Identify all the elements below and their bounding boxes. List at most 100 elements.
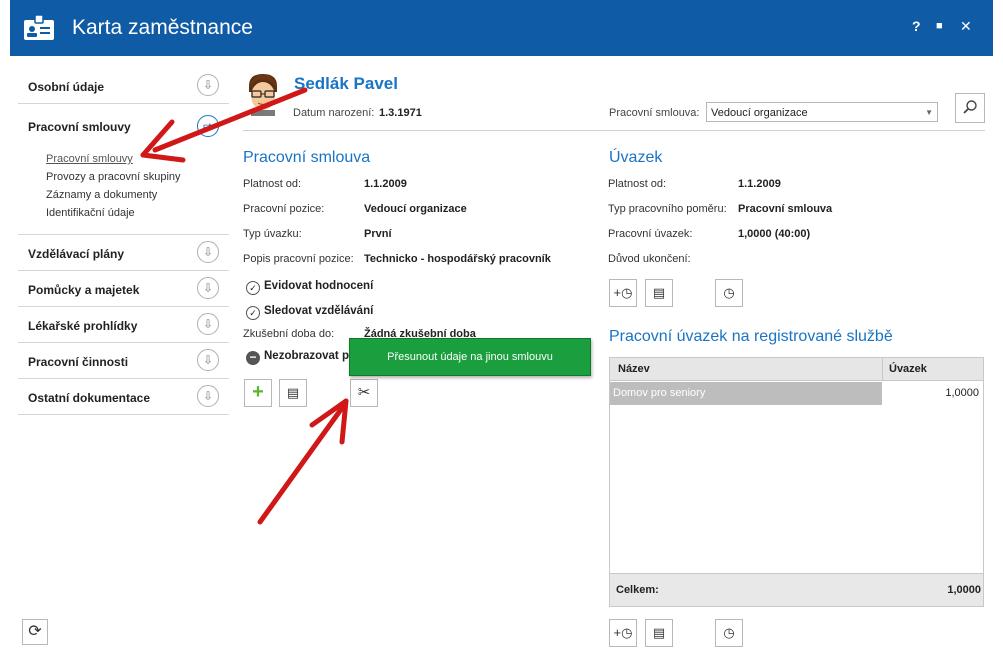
column-header-name[interactable]: Název <box>618 363 650 375</box>
arrow-down-circle-icon[interactable]: ⇩ <box>197 74 219 96</box>
sidebar-subitem-records[interactable]: Záznamy a dokumenty <box>46 186 229 204</box>
search-icon <box>963 100 977 114</box>
sidebar-submenu: Pracovní smlouvy Provozy a pracovní skup… <box>18 144 229 235</box>
position-value: Vedoucí organizace <box>364 203 467 215</box>
contract-select[interactable]: Vedoucí organizace ▼ <box>706 102 938 122</box>
sidebar: Osobní údaje ⇩ Pracovní smlouvy ⇨ Pracov… <box>18 68 229 415</box>
total-value: 1,0000 <box>947 584 981 596</box>
refresh-button[interactable]: ⟳ <box>22 619 48 645</box>
history-icon: ◷ <box>723 285 735 300</box>
history-workload-button[interactable]: ◷ <box>715 279 743 307</box>
sidebar-item-equipment[interactable]: Pomůcky a majetek ⇩ <box>18 271 229 307</box>
contract-type-label: Typ úvazku: <box>243 228 302 240</box>
avatar <box>249 74 277 116</box>
workload-section-title: Úvazek <box>609 149 663 166</box>
contract-section-title: Pracovní smlouva <box>243 149 371 166</box>
employment-type-label: Typ pracovního poměru: <box>608 203 727 215</box>
history-icon: ◷ <box>723 625 735 640</box>
move-data-button[interactable]: ✂ <box>350 379 378 407</box>
employee-name: Sedlák Pavel <box>294 74 398 93</box>
arrow-down-circle-icon[interactable]: ⇩ <box>197 277 219 299</box>
column-header-ratio[interactable]: Úvazek <box>889 363 927 375</box>
add-clock-icon: +◷ <box>613 625 633 640</box>
edit-workload-button[interactable]: ▤ <box>645 279 673 307</box>
sidebar-item-label: Pomůcky a majetek <box>28 283 140 297</box>
sidebar-subitem-workgroups[interactable]: Provozy a pracovní skupiny <box>46 168 229 186</box>
id-card-icon <box>24 14 54 40</box>
dob-value: 1.3.1971 <box>379 107 422 119</box>
search-button[interactable] <box>955 93 985 123</box>
sidebar-item-documents[interactable]: Ostatní dokumentace ⇩ <box>18 379 229 415</box>
title-bar: Karta zaměstnance ? ■ ✕ <box>10 0 993 56</box>
hide-checkbox[interactable]: − Nezobrazovat p <box>246 350 349 365</box>
maximize-button[interactable]: ■ <box>936 20 943 32</box>
table-header: Název Úvazek <box>610 358 983 381</box>
sidebar-item-education[interactable]: Vzdělávací plány ⇩ <box>18 235 229 271</box>
dob-label: Datum narození: <box>293 107 375 119</box>
cell-ratio: 1,0000 <box>945 387 979 399</box>
cell-name: Domov pro seniory <box>610 382 882 405</box>
contract-valid-from-value: 1.1.2009 <box>364 178 407 190</box>
document-icon: ▤ <box>652 285 666 300</box>
table-footer: Celkem: 1,0000 <box>610 573 983 606</box>
chevron-down-icon: ▼ <box>925 108 933 117</box>
window-title: Karta zaměstnance <box>72 16 253 39</box>
arrow-down-circle-icon[interactable]: ⇩ <box>197 241 219 263</box>
arrow-icon <box>257 398 349 525</box>
contract-valid-from-label: Platnost od: <box>243 178 302 190</box>
arrow-down-circle-icon[interactable]: ⇩ <box>197 349 219 371</box>
evaluate-checkbox[interactable]: ✓ Evidovat hodnocení <box>246 280 373 295</box>
sidebar-subitem-contracts[interactable]: Pracovní smlouvy <box>46 150 229 168</box>
evaluate-label: Evidovat hodnocení <box>264 280 374 292</box>
position-desc-label: Popis pracovní pozice: <box>243 253 354 265</box>
position-desc-value: Technicko - hospodářský pracovník <box>364 253 551 265</box>
help-button[interactable]: ? <box>912 18 921 34</box>
arrow-down-circle-icon[interactable]: ⇩ <box>197 313 219 335</box>
document-icon: ▤ <box>286 385 300 400</box>
add-button[interactable]: + <box>244 379 272 407</box>
end-reason-label: Důvod ukončení: <box>608 253 691 265</box>
position-label: Pracovní pozice: <box>243 203 325 215</box>
tooltip: Přesunout údaje na jinou smlouvu <box>349 338 591 376</box>
check-circle-icon: ✓ <box>246 306 260 320</box>
arrow-down-circle-icon[interactable]: ⇩ <box>197 385 219 407</box>
table-row[interactable]: Domov pro seniory 1,0000 <box>610 382 983 405</box>
sidebar-item-contracts[interactable]: Pracovní smlouvy ⇨ <box>18 104 229 144</box>
employment-type-value: Pracovní smlouva <box>738 203 833 215</box>
add-workload-button[interactable]: +◷ <box>609 279 637 307</box>
column-separator <box>882 358 883 380</box>
edit-service-button[interactable]: ▤ <box>645 619 673 647</box>
history-service-button[interactable]: ◷ <box>715 619 743 647</box>
edit-button[interactable]: ▤ <box>279 379 307 407</box>
sidebar-item-label: Lékařské prohlídky <box>28 319 138 333</box>
workload-valid-from-label: Platnost od: <box>608 178 667 190</box>
document-icon: ▤ <box>652 625 666 640</box>
sidebar-item-label: Osobní údaje <box>28 80 105 94</box>
add-service-button[interactable]: +◷ <box>609 619 637 647</box>
sidebar-item-personal[interactable]: Osobní údaje ⇩ <box>18 68 229 104</box>
sidebar-subitem-identification[interactable]: Identifikační údaje <box>46 204 229 222</box>
arrow-right-circle-icon[interactable]: ⇨ <box>197 115 219 137</box>
check-circle-icon: ✓ <box>246 281 260 295</box>
contract-select-label: Pracovní smlouva: <box>609 107 700 119</box>
contract-select-value: Vedoucí organizace <box>711 107 808 119</box>
probation-label: Zkušební doba do: <box>243 328 335 340</box>
workload-ratio-value: 1,0000 (40:00) <box>738 228 811 240</box>
workload-valid-from-value: 1.1.2009 <box>738 178 781 190</box>
sidebar-item-medical[interactable]: Lékařské prohlídky ⇩ <box>18 307 229 343</box>
track-education-checkbox[interactable]: ✓ Sledovat vzdělávání <box>246 305 373 320</box>
close-button[interactable]: ✕ <box>960 18 972 35</box>
sidebar-item-label: Vzdělávací plány <box>28 247 125 261</box>
header-divider <box>243 130 985 131</box>
sidebar-item-label: Pracovní smlouvy <box>28 120 131 134</box>
contract-type-value: První <box>364 228 392 240</box>
minus-circle-icon: − <box>246 351 260 365</box>
sidebar-item-label: Pracovní činnosti <box>28 355 129 369</box>
hide-label: Nezobrazovat p <box>264 350 349 362</box>
refresh-icon: ⟳ <box>28 623 42 640</box>
add-clock-icon: +◷ <box>613 285 633 300</box>
sidebar-item-activities[interactable]: Pracovní činnosti ⇩ <box>18 343 229 379</box>
service-table: Název Úvazek Domov pro seniory 1,0000 Ce… <box>609 357 984 607</box>
service-section-title: Pracovní úvazek na registrované službě <box>609 328 893 345</box>
total-label: Celkem: <box>616 584 659 596</box>
